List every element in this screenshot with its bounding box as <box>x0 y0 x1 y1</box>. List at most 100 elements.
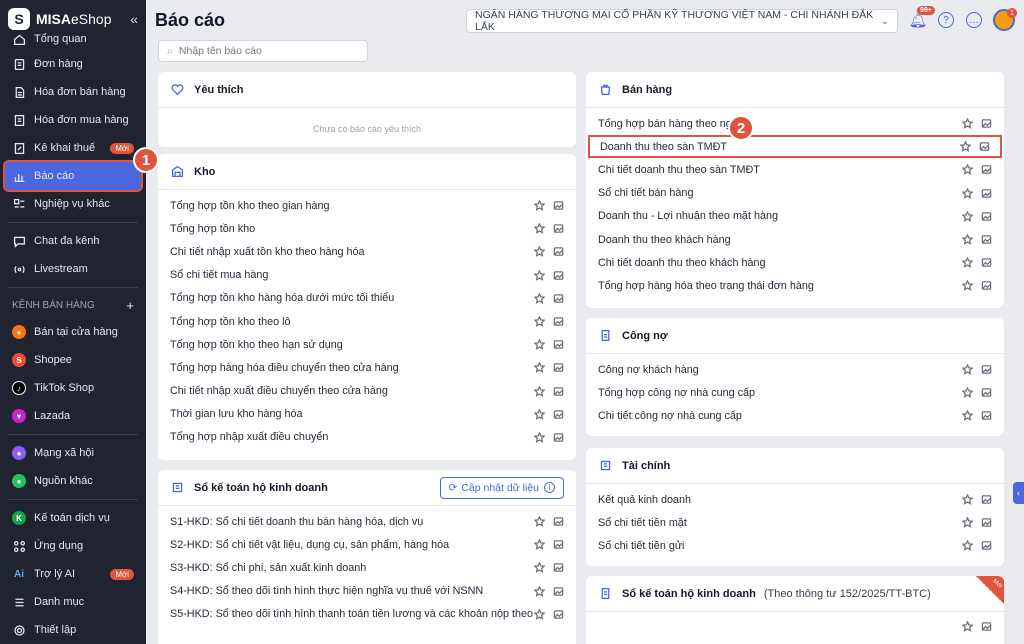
star-icon[interactable] <box>534 516 545 527</box>
report-item[interactable]: Doanh thu - Lợi nhuận theo mặt hàng <box>586 205 1004 228</box>
info-icon[interactable]: i <box>544 482 555 493</box>
report-item[interactable]: Chi tiết nhập xuất tồn kho theo hàng hóa <box>158 240 576 263</box>
collapse-sidebar-icon[interactable]: « <box>130 11 138 27</box>
sidebar-item-overview[interactable]: Tổng quan <box>0 32 146 46</box>
expand-panel-tab[interactable]: ‹ <box>1013 482 1024 504</box>
preview-icon[interactable] <box>553 362 564 373</box>
star-icon[interactable] <box>534 562 545 574</box>
preview-icon[interactable] <box>553 516 564 527</box>
branch-select[interactable]: NGÂN HÀNG THƯƠNG MẠI CỔ PHẦN KỸ THƯƠNG V… <box>466 9 898 33</box>
update-data-button[interactable]: ⟳ Cập nhật dữ liệu i <box>439 476 564 499</box>
report-item[interactable]: Tổng hợp công nợ nhà cung cấp <box>586 381 1004 404</box>
report-item[interactable]: Kết quả kinh doanh <box>586 488 1004 511</box>
star-icon[interactable] <box>534 269 545 281</box>
preview-icon[interactable] <box>981 188 992 199</box>
sidebar-item-tiktok[interactable]: ♪ TikTok Shop <box>0 374 146 402</box>
star-icon[interactable] <box>534 223 545 235</box>
preview-icon[interactable] <box>553 316 564 327</box>
report-item[interactable]: Tổng hợp bán hàng theo ngày <box>586 112 1004 135</box>
preview-icon[interactable] <box>553 223 564 234</box>
preview-icon[interactable] <box>553 246 564 257</box>
star-icon[interactable] <box>962 387 973 399</box>
star-icon[interactable] <box>534 200 545 211</box>
sidebar-item-other-source[interactable]: ● Nguồn khác <box>0 467 146 495</box>
report-item[interactable]: S3-HKD: Sổ chi phí, sản xuất kinh doanh <box>158 556 576 579</box>
preview-icon[interactable] <box>553 200 564 211</box>
sidebar-item-orders[interactable]: Đơn hàng <box>0 50 146 78</box>
star-icon[interactable] <box>962 364 973 375</box>
star-icon[interactable] <box>962 410 973 422</box>
report-item[interactable]: Chi tiết công nợ nhà cung cấp <box>586 404 1004 427</box>
star-icon[interactable] <box>534 408 545 420</box>
star-icon[interactable] <box>534 316 545 327</box>
preview-icon[interactable] <box>553 293 564 304</box>
star-icon[interactable] <box>534 431 545 443</box>
report-item[interactable]: Tổng hợp tồn kho <box>158 217 576 240</box>
preview-icon[interactable] <box>981 540 992 551</box>
report-item[interactable]: Tổng hợp nhập xuất điều chuyển <box>158 426 576 449</box>
preview-icon[interactable] <box>981 621 992 632</box>
preview-icon[interactable] <box>979 141 990 152</box>
star-icon[interactable] <box>962 540 973 552</box>
report-item[interactable]: Tổng hợp tồn kho hàng hóa dưới mức tối t… <box>158 287 576 310</box>
report-item[interactable]: Tổng hợp tồn kho theo gian hàng <box>158 194 576 217</box>
sidebar-item-other[interactable]: Nghiệp vụ khác <box>0 190 146 218</box>
preview-icon[interactable] <box>553 386 564 397</box>
search-input[interactable] <box>178 45 349 57</box>
star-icon[interactable] <box>962 164 973 176</box>
sidebar-item-sales-invoice[interactable]: Hóa đơn bán hàng <box>0 78 146 106</box>
report-item[interactable]: Tổng hợp hàng hóa điều chuyển theo cửa h… <box>158 356 576 379</box>
preview-icon[interactable] <box>553 586 564 597</box>
report-item[interactable]: Doanh thu theo khách hàng <box>586 228 1004 251</box>
star-icon[interactable] <box>962 187 973 199</box>
preview-icon[interactable] <box>981 164 992 175</box>
star-icon[interactable] <box>534 385 545 397</box>
sidebar-item-catalog[interactable]: Danh mục <box>0 588 146 616</box>
star-icon[interactable] <box>534 608 545 620</box>
report-item[interactable]: Doanh thu theo sàn TMĐT <box>588 135 1002 159</box>
star-icon[interactable] <box>534 292 545 304</box>
preview-icon[interactable] <box>553 539 564 550</box>
report-item[interactable]: Sổ chi tiết tiền gửi <box>586 534 1004 557</box>
star-icon[interactable] <box>962 494 973 505</box>
star-icon[interactable] <box>962 118 973 129</box>
more-icon[interactable]: … <box>966 12 982 28</box>
preview-icon[interactable] <box>981 234 992 245</box>
sidebar-item-apps[interactable]: Ứng dụng <box>0 532 146 560</box>
star-icon[interactable] <box>534 339 545 351</box>
report-item[interactable]: Chi tiết doanh thu theo khách hàng <box>586 251 1004 274</box>
preview-icon[interactable] <box>553 562 564 573</box>
preview-icon[interactable] <box>553 270 564 281</box>
report-item[interactable]: Sổ chi tiết bán hàng <box>586 182 1004 205</box>
preview-icon[interactable] <box>981 387 992 398</box>
star-icon[interactable] <box>534 246 545 258</box>
sidebar-item-ai[interactable]: Ai Trợ lý AI Mới <box>0 560 146 588</box>
report-item[interactable]: Công nợ khách hàng <box>586 358 1004 381</box>
sidebar-item-tax[interactable]: Kê khai thuế Mới <box>0 134 146 162</box>
add-channel-icon[interactable]: + <box>126 298 134 313</box>
preview-icon[interactable] <box>981 517 992 528</box>
preview-icon[interactable] <box>981 118 992 129</box>
star-icon[interactable] <box>534 585 545 597</box>
sidebar-item-lazada[interactable]: ♥ Lazada <box>0 402 146 430</box>
preview-icon[interactable] <box>553 432 564 443</box>
sidebar-item-store[interactable]: ● Bán tại cửa hàng <box>0 318 146 346</box>
sidebar-item-livestream[interactable]: Livestream <box>0 255 146 283</box>
preview-icon[interactable] <box>553 339 564 350</box>
list-item[interactable] <box>586 616 1004 636</box>
star-icon[interactable] <box>962 620 973 632</box>
report-item[interactable]: Chi tiết doanh thu theo sàn TMĐT <box>586 158 1004 181</box>
preview-icon[interactable] <box>981 410 992 421</box>
star-icon[interactable] <box>962 234 973 245</box>
report-item[interactable]: Chi tiết nhập xuất điều chuyển theo cửa … <box>158 380 576 403</box>
report-item[interactable]: S1-HKD: Sổ chi tiết doanh thu bán hàng h… <box>158 510 576 533</box>
report-item[interactable]: Tổng hợp tồn kho theo hạn sử dụng <box>158 333 576 356</box>
sidebar-item-social[interactable]: ● Mạng xã hội <box>0 439 146 467</box>
help-icon[interactable]: ? <box>938 12 954 28</box>
star-icon[interactable] <box>534 362 545 374</box>
star-icon[interactable] <box>962 517 973 529</box>
report-item[interactable]: Sổ chi tiết mua hàng <box>158 264 576 287</box>
star-icon[interactable] <box>960 141 971 153</box>
sidebar-item-chat[interactable]: Chat đa kênh <box>0 227 146 255</box>
preview-icon[interactable] <box>553 409 564 420</box>
